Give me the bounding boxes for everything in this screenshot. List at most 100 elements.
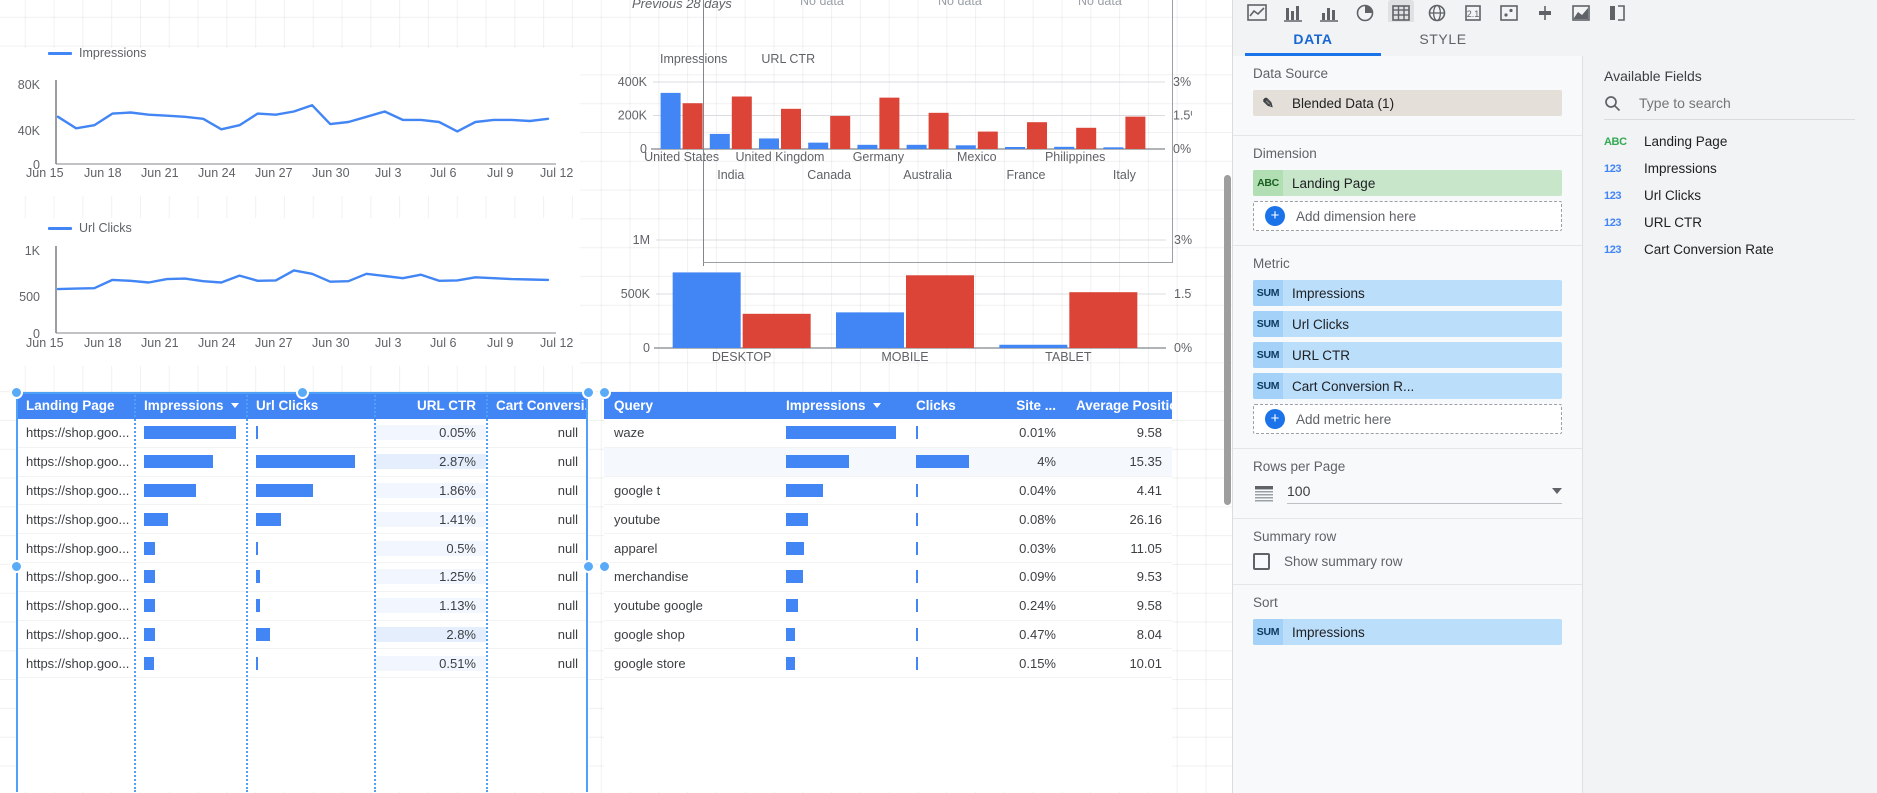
- col-url-clicks[interactable]: Url Clicks: [246, 398, 374, 413]
- table-row[interactable]: youtube 0.08% 26.16: [604, 505, 1172, 535]
- impressions-timeseries-chart[interactable]: Impressions 80K 40K 0 Jun 15 Jun 18 Jun …: [0, 46, 580, 196]
- xtick: Jul 6: [430, 336, 457, 350]
- table-row[interactable]: google t 0.04% 4.41: [604, 477, 1172, 506]
- data-source-chip[interactable]: ✎ Blended Data (1): [1253, 90, 1562, 116]
- col-clicks[interactable]: Clicks: [906, 398, 994, 413]
- tab-style[interactable]: STYLE: [1393, 22, 1493, 56]
- available-fields-title: Available Fields: [1604, 68, 1702, 84]
- cell-cart-conversion: null: [557, 626, 578, 642]
- chevron-down-icon[interactable]: [1552, 488, 1562, 494]
- available-field-cart-conversion-rate[interactable]: 123 Cart Conversion Rate: [1584, 236, 1877, 263]
- bar-impressions: [836, 312, 904, 348]
- cell-cart-conversion: null: [557, 598, 578, 614]
- table-row[interactable]: 4% 15.35: [604, 447, 1172, 477]
- table-row[interactable]: https://shop.goo... 2.87% null: [16, 448, 588, 477]
- pencil-icon[interactable]: ✎: [1253, 90, 1283, 116]
- col-url-ctr[interactable]: URL CTR: [374, 398, 486, 413]
- table-row[interactable]: https://shop.goo... 1.41% null: [16, 505, 588, 535]
- available-field-landing-page[interactable]: ABC Landing Page: [1584, 128, 1877, 155]
- bar: [144, 627, 156, 641]
- dimension-chip-label: Landing Page: [1292, 175, 1376, 191]
- table-row[interactable]: https://shop.goo... 2.8% null: [16, 621, 588, 650]
- cell-impressions-bar: [134, 505, 246, 533]
- table-row[interactable]: https://shop.goo... 1.13% null: [16, 592, 588, 621]
- column-divider[interactable]: [374, 392, 376, 792]
- rows-per-page-value-wrap[interactable]: 100: [1287, 483, 1562, 504]
- cell-site-ctr: 0.01%: [1019, 425, 1056, 441]
- report-canvas[interactable]: Previous 28 days No data No data No data…: [0, 0, 1232, 793]
- resize-handle-middle-right[interactable]: [582, 560, 595, 573]
- xtick: Jul 9: [487, 336, 514, 350]
- table-row[interactable]: https://shop.goo... 0.5% null: [16, 534, 588, 563]
- available-field-impressions[interactable]: 123 Impressions: [1584, 155, 1877, 182]
- available-fields-search[interactable]: [1604, 94, 1855, 120]
- dimension-chip-landing-page[interactable]: ABC Landing Page: [1253, 170, 1562, 196]
- table-row[interactable]: apparel 0.03% 11.05: [604, 534, 1172, 563]
- table-row[interactable]: google shop 0.47% 8.04: [604, 621, 1172, 650]
- table-row[interactable]: https://shop.goo... 1.86% null: [16, 477, 588, 506]
- cell-url-ctr: 0.5%: [374, 540, 486, 556]
- bar: [144, 541, 156, 555]
- resize-handle-top-left[interactable]: [10, 386, 23, 399]
- metric-chip-cart-conversion-rate[interactable]: SUM Cart Conversion R...: [1253, 373, 1562, 399]
- properties-tabs[interactable]: DATA STYLE: [1233, 22, 1877, 56]
- metric-chip-label: URL CTR: [1292, 347, 1351, 363]
- sort-chip-impressions[interactable]: SUM Impressions: [1253, 619, 1562, 645]
- col-site-ctr[interactable]: Site ...: [994, 398, 1066, 413]
- table-row[interactable]: waze 0.01% 9.58: [604, 419, 1172, 448]
- canvas-scrollbar[interactable]: [1224, 175, 1231, 505]
- tab-style-label: STYLE: [1419, 31, 1467, 47]
- urlclicks-timeseries-chart[interactable]: Url Clicks 1K 500 0 Jun 15 Jun 18 Jun 21…: [0, 218, 580, 366]
- metric-chip-url-clicks[interactable]: SUM Url Clicks: [1253, 311, 1562, 337]
- properties-panel-content: DATA STYLE Data Source ✎ Blended Data (1…: [1232, 0, 1877, 793]
- table-row[interactable]: google store 0.15% 10.01: [604, 649, 1172, 679]
- table-row[interactable]: https://shop.goo... 0.05% null: [16, 419, 588, 448]
- column-divider[interactable]: [134, 392, 136, 792]
- search-input[interactable]: [1637, 94, 1855, 112]
- bar: [916, 483, 918, 497]
- show-summary-row-option[interactable]: Show summary row: [1253, 553, 1562, 570]
- landing-page-table[interactable]: Landing Page Impressions Url Clicks URL …: [16, 392, 588, 792]
- col-cart-conversion[interactable]: Cart Conversi...: [486, 398, 588, 413]
- available-field-url-ctr[interactable]: 123 URL CTR: [1584, 209, 1877, 236]
- table-row[interactable]: merchandise 0.09% 9.53: [604, 563, 1172, 592]
- bar: [916, 512, 918, 526]
- cell-url-clicks-bar: [246, 592, 374, 620]
- query-table[interactable]: Query Impressions Clicks Site ... Averag…: [604, 392, 1172, 792]
- table-row[interactable]: youtube google 0.24% 9.58: [604, 592, 1172, 621]
- bar: [786, 627, 795, 641]
- available-fields-column: Available Fields ABC Landing Page 123 Impre…: [1584, 56, 1877, 793]
- cell-clicks-bar: [906, 505, 994, 533]
- resize-handle-top-right[interactable]: [582, 386, 595, 399]
- rows-per-page-select[interactable]: 100: [1253, 483, 1562, 504]
- col-average-position[interactable]: Average Position: [1066, 398, 1172, 413]
- cell-clicks-bar: [906, 592, 994, 620]
- table-row[interactable]: https://shop.goo... 0.51% null: [16, 649, 588, 679]
- number-type-icon: 123: [1604, 189, 1622, 202]
- query-table-body: waze 0.01% 9.58 4% 15.35 google t 0.04% 4.41 you…: [604, 419, 1172, 679]
- resize-handle-query-top-left[interactable]: [598, 386, 611, 399]
- col-impressions[interactable]: Impressions: [134, 398, 246, 413]
- data-source-section: Data Source ✎ Blended Data (1): [1233, 56, 1582, 136]
- add-metric-button[interactable]: + Add metric here: [1253, 404, 1562, 434]
- tab-data[interactable]: DATA: [1245, 22, 1381, 56]
- cell-query: youtube google: [614, 598, 703, 614]
- resize-handle-top-center[interactable]: [296, 386, 309, 399]
- resize-handle-middle-left[interactable]: [10, 560, 23, 573]
- resize-handle-query-middle-left[interactable]: [598, 560, 611, 573]
- table-row[interactable]: https://shop.goo... 1.25% null: [16, 563, 588, 592]
- cell-url-clicks-bar: [246, 563, 374, 591]
- cell-url-clicks-bar: [246, 649, 374, 677]
- available-field-url-clicks[interactable]: 123 Url Clicks: [1584, 182, 1877, 209]
- metric-chip-url-ctr[interactable]: SUM URL CTR: [1253, 342, 1562, 368]
- col-landing-page[interactable]: Landing Page: [16, 398, 134, 413]
- column-divider[interactable]: [246, 392, 248, 792]
- col-impressions[interactable]: Impressions: [776, 398, 906, 413]
- bar: [256, 627, 271, 641]
- col-query[interactable]: Query: [604, 398, 776, 413]
- column-divider[interactable]: [486, 392, 488, 792]
- add-dimension-button[interactable]: + Add dimension here: [1253, 201, 1562, 231]
- checkbox-icon[interactable]: [1253, 553, 1270, 570]
- xtick: Jul 12: [540, 166, 574, 180]
- metric-chip-impressions[interactable]: SUM Impressions: [1253, 280, 1562, 306]
